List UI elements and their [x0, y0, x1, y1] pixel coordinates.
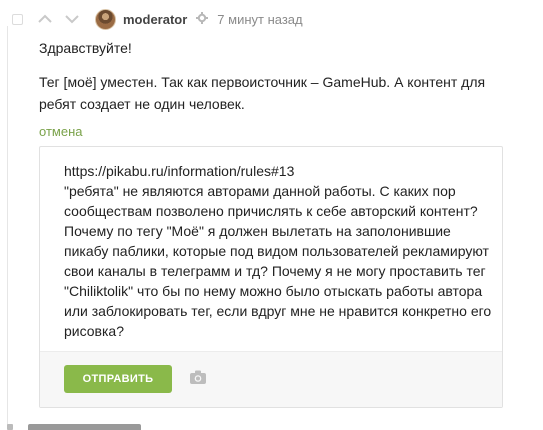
send-button[interactable]: ОТПРАВИТЬ [64, 365, 172, 393]
avatar[interactable] [95, 8, 116, 30]
comment-header: moderator 7 минут назад [12, 8, 303, 30]
reply-editor[interactable]: https://pikabu.ru/information/rules#13 "… [39, 146, 503, 408]
camera-icon[interactable] [189, 369, 207, 387]
comment-body: Здравствуйте! Тег [моё] уместен. Так как… [39, 37, 519, 115]
gear-icon[interactable] [196, 11, 209, 27]
comment-thread-line [7, 26, 8, 426]
collapse-square-icon[interactable] [12, 13, 23, 25]
username[interactable]: moderator [123, 12, 187, 27]
chevron-down-icon[interactable] [64, 11, 80, 27]
comment-text: Тег [моё] уместен. Так как первоисточник… [39, 74, 486, 112]
bottom-bar [28, 424, 141, 430]
reply-footer: ОТПРАВИТЬ [40, 351, 502, 407]
comment-time: 7 минут назад [217, 11, 303, 27]
comment-greeting: Здравствуйте! [39, 40, 132, 56]
bottom-marker [7, 424, 13, 430]
cancel-link[interactable]: отмена [39, 124, 82, 139]
reply-text-input[interactable]: https://pikabu.ru/information/rules#13 "… [64, 161, 496, 341]
chevron-up-icon[interactable] [37, 11, 53, 27]
